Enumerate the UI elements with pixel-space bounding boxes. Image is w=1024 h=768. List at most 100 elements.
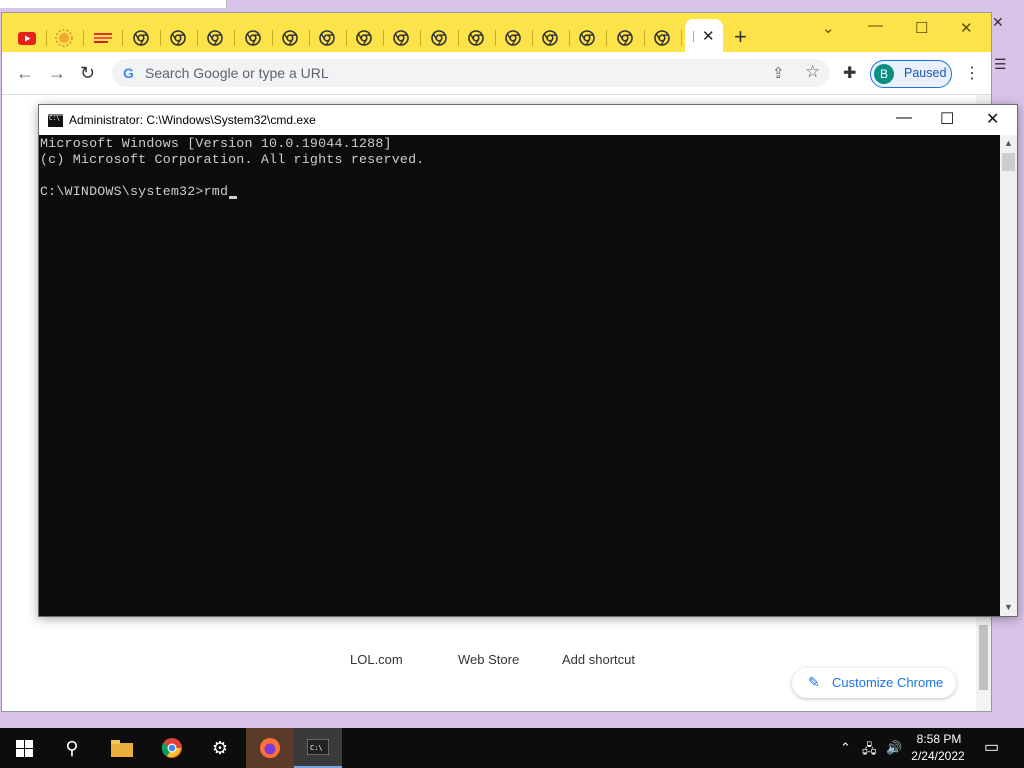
customize-chrome-button[interactable]: ✎ Customize Chrome [792,668,956,698]
shortcut-add[interactable]: Add shortcut [562,652,635,667]
tray-chevron-icon[interactable]: ⌃ [840,740,851,756]
tab-separator [495,30,496,46]
tab-chrome-page[interactable] [355,29,373,47]
folder-icon [111,739,133,757]
tab-chrome-page[interactable] [169,29,187,47]
tab-chrome-page[interactable] [132,29,150,47]
tab-separator [346,30,347,46]
clock-date[interactable]: 2/24/2022 [906,749,970,763]
youtube-icon [18,31,36,45]
chrome-favicon-icon [170,30,186,46]
tab-separator [197,30,198,46]
stripes-icon [94,33,112,43]
tab-separator [606,30,607,46]
tab-chrome-page[interactable] [392,29,410,47]
chrome-menu-icon[interactable]: ⋮ [964,63,980,83]
profile-button[interactable]: B Paused [870,60,952,88]
tab-separator [458,30,459,46]
shortcut-lol[interactable]: LOL.com [350,652,403,667]
cmd-taskbar-icon[interactable]: C:\ [294,728,342,768]
chrome-favicon-icon [245,30,261,46]
file-explorer-icon[interactable] [98,728,146,768]
chrome-favicon-icon [579,30,595,46]
tab-chrome-page[interactable] [541,29,559,47]
extensions-icon[interactable]: ✚ [843,63,856,83]
cmd-scrollbar-thumb[interactable] [1002,153,1015,171]
chrome-favicon-icon [542,30,558,46]
tab-chrome-page[interactable] [206,29,224,47]
chrome-favicon-icon [393,30,409,46]
new-tab-button[interactable]: + [734,26,747,48]
windows-icon [15,739,33,757]
chrome-favicon-icon [319,30,335,46]
firefox-taskbar-icon[interactable] [246,728,294,768]
tab-separator [272,30,273,46]
chrome-taskbar-icon[interactable] [148,728,196,768]
chrome-icon [161,738,182,758]
scroll-up-icon[interactable]: ▲ [1004,138,1013,148]
shortcut-web-store[interactable]: Web Store [458,652,519,667]
tab-chrome-page[interactable] [318,29,336,47]
tab-chrome-page[interactable] [653,29,671,47]
minimize-icon[interactable]: — [868,17,883,34]
tab-chrome-page[interactable] [467,29,485,47]
tab-chrome-page[interactable] [430,29,448,47]
reload-icon[interactable]: ↻ [80,63,95,84]
tab-separator [309,30,310,46]
clock-time[interactable]: 8:58 PM [910,732,968,746]
tab-chrome-page[interactable] [281,29,299,47]
tab-separator [46,30,47,46]
cmd-maximize-icon[interactable]: ☐ [940,109,954,129]
active-tab[interactable]: ✕ [685,19,723,52]
notifications-icon[interactable]: ▭ [984,737,999,757]
background-window-edge [0,0,227,8]
cmd-titlebar[interactable]: Administrator: C:\Windows\System32\cmd.e… [39,105,1017,135]
tab-chrome-page[interactable] [244,29,262,47]
tab-youtube[interactable] [18,29,36,47]
settings-icon[interactable]: ⚙ [196,728,244,768]
console-area[interactable]: Microsoft Windows [Version 10.0.19044.12… [39,135,1000,616]
background-menu-icon[interactable]: ☰ [994,56,1007,73]
page-scrollbar-thumb[interactable] [979,625,988,690]
cmd-title: Administrator: C:\Windows\System32\cmd.e… [69,113,316,127]
close-tab-icon[interactable]: ✕ [702,27,715,45]
tab-separator [420,30,421,46]
tab-separator [681,30,682,46]
tab-search-icon[interactable]: ⌄ [822,19,835,37]
network-icon[interactable]: 🖧 [862,740,877,762]
tab-separator [532,30,533,46]
omnibox[interactable]: G Search Google or type a URL ⇪ ☆ [112,59,830,87]
close-window-icon[interactable]: ✕ [960,19,973,37]
start-button[interactable] [0,728,48,768]
tab-separator [234,30,235,46]
tab-separator [160,30,161,46]
svg-text:C:\: C:\ [310,744,323,752]
tab-separator [83,30,84,46]
cmd-scrollbar[interactable]: ▲ ▼ [1000,135,1017,616]
tab-loading-bar [693,31,694,42]
tab-chrome-page[interactable] [504,29,522,47]
search-icon[interactable]: ⚲ [48,728,96,768]
browser-toolbar: ← → ↻ G Search Google or type a URL ⇪ ☆ … [2,52,991,95]
tab-sun[interactable] [55,29,73,47]
maximize-icon[interactable]: ☐ [915,19,928,37]
tab-chrome-page[interactable] [578,29,596,47]
background-close-icon[interactable]: ✕ [992,14,1004,31]
cmd-close-icon[interactable]: ✕ [986,109,999,129]
console-line: Microsoft Windows [Version 10.0.19044.12… [40,136,392,151]
cmd-minimize-icon[interactable]: — [896,109,912,127]
chrome-favicon-icon [356,30,372,46]
chrome-favicon-icon [282,30,298,46]
chrome-favicon-icon [207,30,223,46]
forward-icon[interactable]: → [48,63,66,84]
firefox-icon [260,738,280,758]
back-icon[interactable]: ← [16,63,34,84]
tab-stripes[interactable] [94,29,112,47]
bookmark-star-icon[interactable]: ☆ [805,62,820,82]
tab-chrome-page[interactable] [616,29,634,47]
cmd-window: Administrator: C:\Windows\System32\cmd.e… [38,104,1018,617]
volume-icon[interactable]: 🔊 [886,740,902,756]
scroll-down-icon[interactable]: ▼ [1004,602,1013,612]
chrome-favicon-icon [431,30,447,46]
share-icon[interactable]: ⇪ [772,64,785,82]
